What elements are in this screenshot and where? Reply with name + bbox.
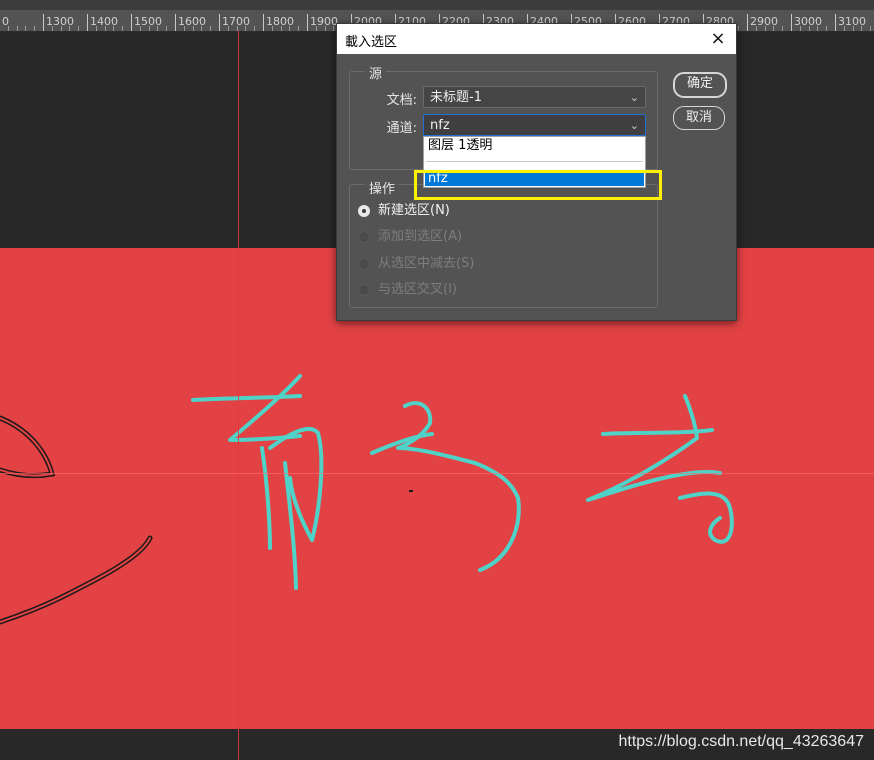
- ruler-minor-tick: [861, 26, 863, 31]
- radio-intersect-selection[interactable]: 与选区交叉(I): [358, 281, 558, 299]
- ruler-minor-tick: [738, 26, 740, 31]
- ruler-minor-tick: [843, 26, 845, 31]
- document-label: 文档:: [386, 93, 417, 108]
- ruler-major-tick: [219, 14, 220, 31]
- ok-button[interactable]: 确定: [673, 72, 727, 98]
- cyan-handwriting: [191, 374, 734, 590]
- radio-unchecked-icon: [358, 231, 370, 243]
- horizontal-guide[interactable]: [0, 473, 874, 474]
- ruler-minor-tick: [245, 26, 247, 31]
- ruler-minor-tick: [201, 26, 203, 31]
- ruler-minor-tick: [69, 26, 71, 31]
- ruler-minor-tick: [60, 26, 62, 31]
- document-select[interactable]: 未标题-1 ⌄: [423, 86, 646, 108]
- ruler-major-tick: [791, 14, 792, 31]
- ruler-minor-tick: [799, 26, 801, 31]
- ruler-minor-tick: [7, 26, 9, 31]
- ruler-minor-tick: [280, 26, 282, 31]
- close-icon[interactable]: ×: [706, 27, 730, 51]
- ruler-minor-tick: [271, 26, 273, 31]
- ruler-minor-tick: [139, 26, 141, 31]
- ruler-minor-tick: [817, 26, 819, 31]
- radio-label: 新建选区(N): [378, 203, 450, 218]
- ruler-minor-tick: [16, 26, 18, 31]
- ruler-minor-tick: [78, 26, 80, 31]
- document-select-value: 未标题-1: [430, 90, 482, 105]
- ruler-minor-tick: [826, 26, 828, 31]
- ruler-major-tick: [307, 14, 308, 31]
- ruler-major-tick: [87, 14, 88, 31]
- radio-add-to-selection[interactable]: 添加到选区(A): [358, 228, 558, 246]
- dark-stroke-arc-bottom: [0, 535, 153, 625]
- ruler-minor-tick: [870, 26, 872, 31]
- ruler-minor-tick: [122, 26, 124, 31]
- ruler-minor-tick: [764, 26, 766, 31]
- operation-group-legend: 操作: [365, 178, 400, 197]
- chevron-down-icon: ⌄: [629, 119, 639, 132]
- ruler-minor-tick: [113, 26, 115, 31]
- radio-subtract-from-selection[interactable]: 从选区中减去(S): [358, 255, 558, 273]
- dialog-titlebar[interactable]: 載入选区 ×: [337, 24, 736, 54]
- ruler-minor-tick: [782, 26, 784, 31]
- radio-new-selection[interactable]: 新建选区(N): [358, 202, 558, 220]
- dropdown-option-layer-transparency[interactable]: 图层 1透明: [425, 137, 644, 155]
- ruler-minor-tick: [333, 26, 335, 31]
- ruler-minor-tick: [298, 26, 300, 31]
- ruler-major-tick: [131, 14, 132, 31]
- dropdown-separator: [426, 161, 643, 162]
- dark-stroke-arc-top: [0, 415, 56, 479]
- radio-label: 添加到选区(A): [378, 229, 463, 244]
- vertical-guide[interactable]: [238, 31, 239, 760]
- radio-checked-icon: [358, 205, 370, 217]
- ruler-minor-tick: [289, 26, 291, 31]
- chevron-down-icon: ⌄: [629, 91, 639, 104]
- ruler-major-tick: [175, 14, 176, 31]
- ruler-minor-tick: [315, 26, 317, 31]
- ruler-minor-tick: [755, 26, 757, 31]
- ruler-minor-tick: [95, 26, 97, 31]
- ruler-minor-tick: [25, 26, 27, 31]
- radio-label: 与选区交叉(I): [378, 282, 457, 297]
- ruler-major-tick: [263, 14, 264, 31]
- ruler-minor-tick: [51, 26, 53, 31]
- dialog-title: 載入选区: [345, 35, 398, 50]
- ruler-minor-tick: [227, 26, 229, 31]
- ruler-minor-tick: [157, 26, 159, 31]
- ruler-minor-tick: [210, 26, 212, 31]
- cancel-button[interactable]: 取消: [673, 106, 725, 130]
- ruler-major-tick: [835, 14, 836, 31]
- ruler-minor-tick: [773, 26, 775, 31]
- watermark: https://blog.csdn.net/qq_43263647: [618, 733, 864, 750]
- ruler-minor-tick: [166, 26, 168, 31]
- ruler-minor-tick: [254, 26, 256, 31]
- channel-select[interactable]: nfz ⌄: [423, 114, 646, 136]
- ruler-minor-tick: [104, 26, 106, 31]
- radio-unchecked-icon: [358, 258, 370, 270]
- ruler-top-strip: [0, 0, 874, 10]
- ruler-minor-tick: [324, 26, 326, 31]
- radio-label: 从选区中减去(S): [378, 256, 475, 271]
- yellow-highlight-annotation: [414, 170, 662, 200]
- ruler-major-tick: [747, 14, 748, 31]
- ruler-minor-tick: [148, 26, 150, 31]
- source-group-legend: 源: [365, 63, 387, 82]
- channel-select-value: nfz: [430, 118, 450, 133]
- ruler-minor-tick: [192, 26, 194, 31]
- channel-label: 通道:: [386, 121, 417, 136]
- ruler-minor-tick: [852, 26, 854, 31]
- ruler-major-tick: [43, 14, 44, 31]
- ruler-minor-tick: [34, 26, 36, 31]
- ruler-minor-tick: [183, 26, 185, 31]
- radio-unchecked-icon: [358, 284, 370, 296]
- ruler-minor-tick: [808, 26, 810, 31]
- cursor-dot: [409, 490, 413, 492]
